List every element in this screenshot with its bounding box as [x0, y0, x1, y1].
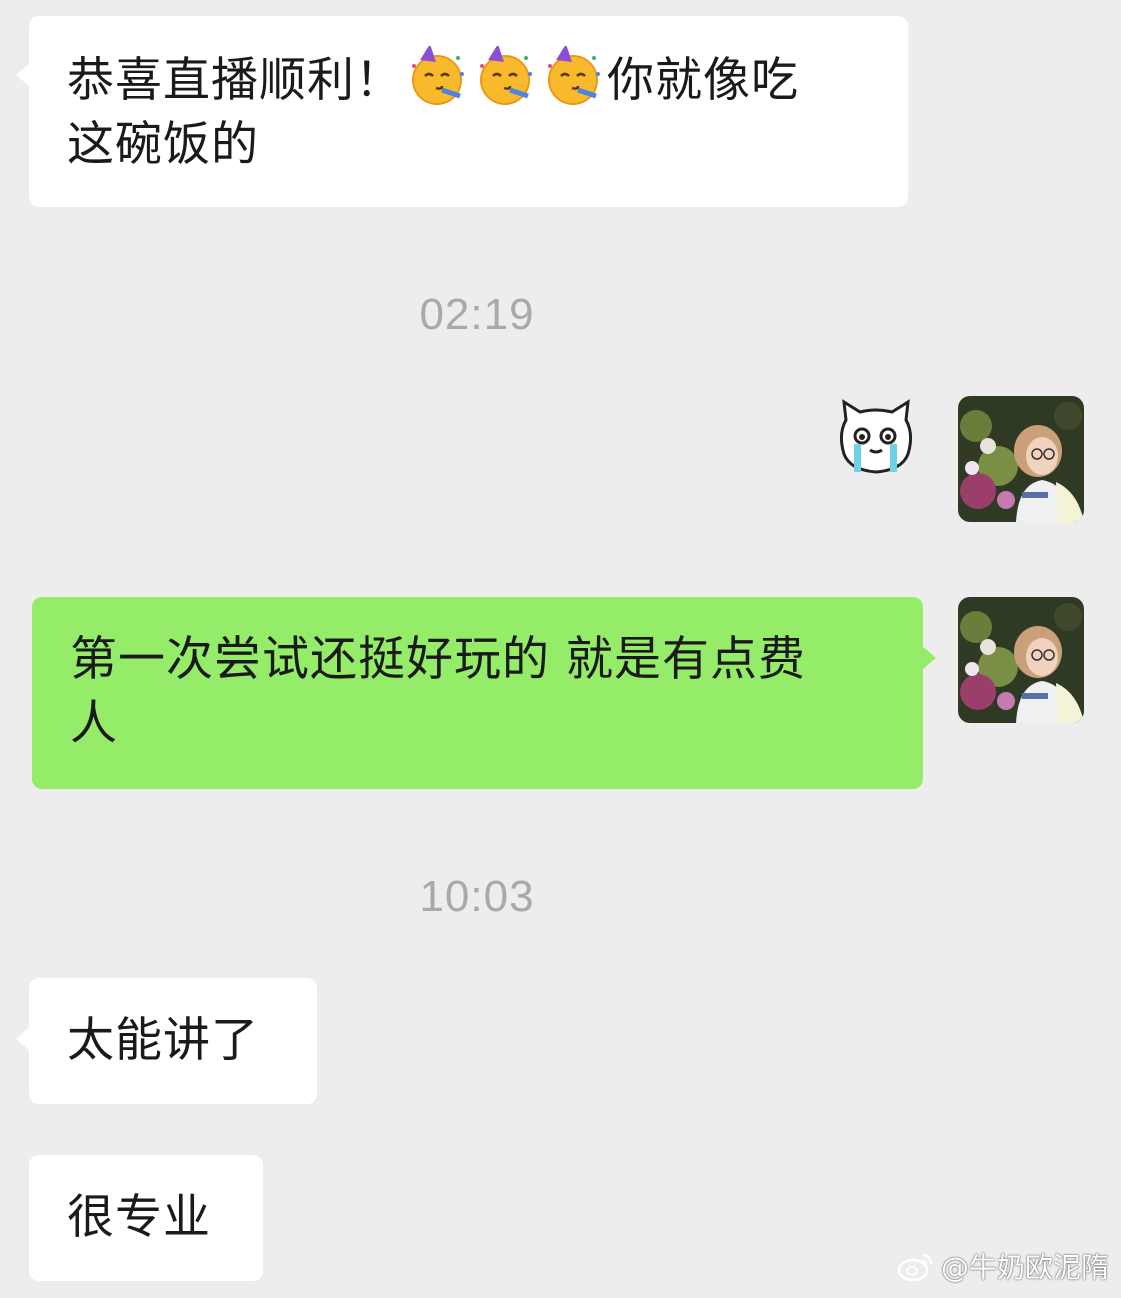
partying-face-emoji-icon: [406, 44, 468, 108]
message-line: 第一次尝试还挺好玩的 就是有点费: [70, 632, 806, 687]
bubble-tail: [16, 63, 30, 87]
crying-cat-sticker-icon[interactable]: [836, 398, 916, 482]
partying-face-emoji-icon: [474, 44, 536, 108]
watermark-text: @牛奶欧泥隋: [940, 1251, 1109, 1284]
weibo-watermark: @牛奶欧泥隋: [897, 1246, 1109, 1286]
weibo-logo-icon: [897, 1253, 933, 1281]
bubble-tail: [922, 646, 936, 670]
message-text: 你就像吃: [607, 53, 799, 108]
message-text: 很专业: [67, 1190, 211, 1245]
message-line: 这碗饭的: [67, 117, 259, 172]
timestamp: 02:19: [419, 290, 535, 339]
avatar[interactable]: [958, 396, 1084, 522]
partying-face-emoji-icon: [542, 44, 604, 108]
message-bubble-received[interactable]: 太能讲了: [29, 978, 317, 1104]
message-bubble-received[interactable]: 恭喜直播顺利！ 你就像吃 这碗饭的: [29, 16, 908, 207]
message-line: 人: [70, 696, 118, 751]
avatar-photo-icon: [958, 396, 1084, 522]
avatar[interactable]: [958, 597, 1084, 723]
message-text: 恭喜直播顺利！: [67, 53, 403, 108]
timestamp: 10:03: [419, 872, 535, 921]
emoji-group: [403, 44, 607, 108]
message-bubble-received[interactable]: 很专业: [29, 1155, 263, 1281]
message-bubble-sent[interactable]: 第一次尝试还挺好玩的 就是有点费 人: [32, 597, 923, 789]
bubble-tail: [16, 1027, 30, 1051]
avatar-photo-icon: [958, 597, 1084, 723]
message-line: 恭喜直播顺利！ 你就像吃: [67, 44, 870, 113]
message-text: 太能讲了: [67, 1013, 259, 1068]
